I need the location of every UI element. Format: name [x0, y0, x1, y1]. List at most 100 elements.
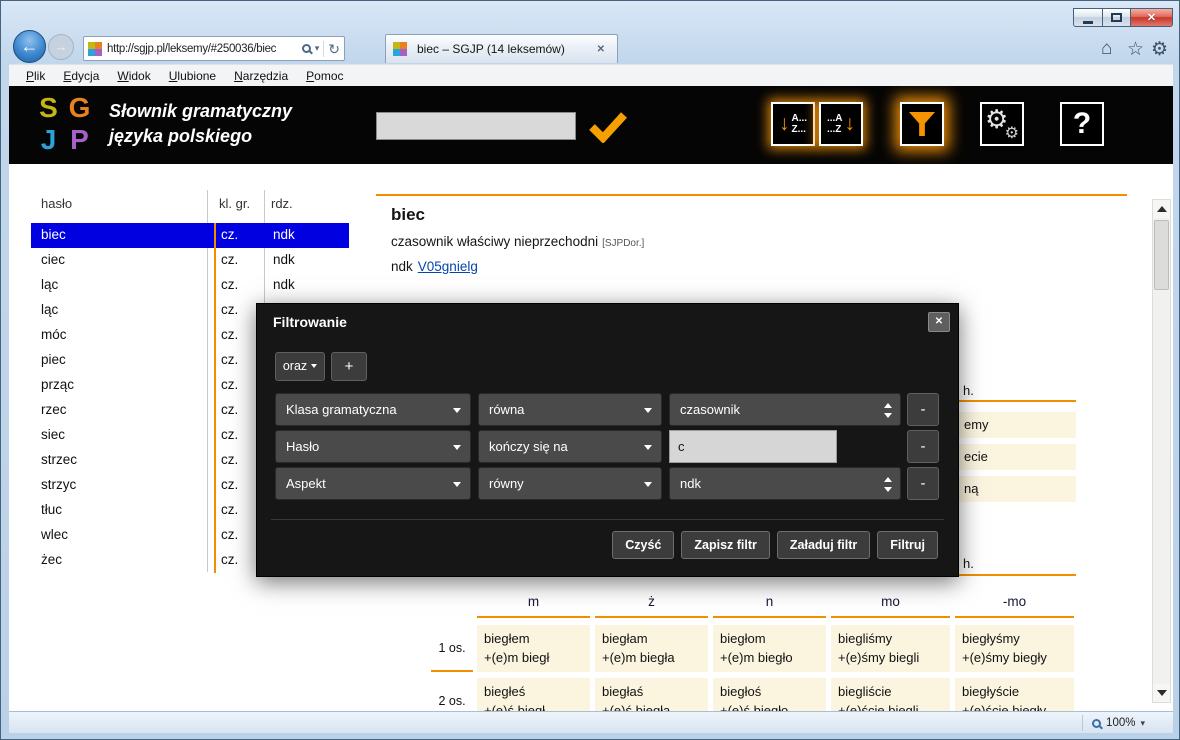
arrow-up-icon [1157, 206, 1167, 212]
tools-gear-icon[interactable]: ⚙ [1151, 38, 1168, 61]
chevron-down-icon [644, 482, 652, 487]
sort-za-label: ...A ...Z [827, 113, 843, 135]
search-submit-check-icon[interactable] [588, 111, 628, 143]
lexeme-row-biec[interactable]: bieccz.ndk [31, 223, 349, 248]
save-filter-button[interactable]: Zapisz filtr [681, 531, 770, 559]
sort-za-bottom: ...Z [827, 124, 843, 135]
scrollbar-thumb[interactable] [1154, 220, 1169, 290]
home-icon[interactable]: ⌂ [1101, 38, 1112, 60]
sort-za-top: ...A [827, 113, 843, 124]
close-window-button[interactable]: ✕ [1131, 8, 1173, 27]
aspect-label: ndk [391, 259, 413, 274]
sgjp-logo[interactable]: S G J P [33, 92, 95, 156]
sort-down-arrow-icon: ↓ [779, 114, 790, 134]
relation-dropdown[interactable]: równa [478, 393, 662, 426]
menu-pomoc[interactable]: Pomoc [297, 69, 352, 83]
column-header-n: n [713, 589, 826, 618]
table-cell-fragment: ną [959, 476, 1076, 502]
refresh-icon[interactable]: ↻ [328, 42, 340, 56]
favorites-star-icon[interactable]: ☆ [1127, 38, 1144, 61]
sort-za-button[interactable]: ...A ...Z ↓ [819, 102, 863, 146]
menu-narzedzia[interactable]: Narzędzia [225, 69, 297, 83]
forward-button[interactable]: → [48, 34, 74, 60]
value-select[interactable]: czasownik [669, 393, 901, 426]
status-bar: 100% ▾ [9, 711, 1173, 733]
verb-form-agglutinate: +(e)ście biegli [838, 701, 943, 711]
maximize-button[interactable] [1103, 8, 1131, 27]
table-cell: biegliście+(e)ście biegli [831, 678, 950, 711]
clear-filter-button[interactable]: Czyść [612, 531, 674, 559]
inflection-pattern-link[interactable]: V05gnielg [418, 259, 478, 274]
tab-close-icon[interactable]: ✕ [592, 42, 610, 57]
filter-condition-row: Hasło kończy się na - [257, 430, 958, 463]
relation-dropdown[interactable]: równy [478, 467, 662, 500]
menu-edycja[interactable]: Edycja [54, 69, 108, 83]
lexeme-class: cz. [221, 402, 238, 417]
field-dropdown[interactable]: Klasa gramatyczna [275, 393, 471, 426]
verb-form: biegłeś [484, 682, 583, 701]
lexeme-row-lac-1[interactable]: ląccz.ndk [31, 273, 349, 298]
menu-ulubione[interactable]: Ulubione [160, 69, 225, 83]
lexeme-class: cz. [221, 477, 238, 492]
filter-funnel-icon [909, 112, 935, 136]
dropdown-value: Klasa gramatyczna [286, 402, 397, 417]
dropdown-value: kończy się na [489, 439, 568, 454]
column-header-rdz: rdz. [271, 196, 293, 211]
back-button[interactable]: ← [13, 30, 46, 63]
relation-dropdown[interactable]: kończy się na [478, 430, 662, 463]
filter-dialog: Filtrowanie ✕ oraz + Klasa gramatyczna r… [256, 303, 959, 577]
operator-toggle-button[interactable]: oraz [275, 352, 325, 381]
remove-condition-button[interactable]: - [907, 467, 939, 500]
search-icon[interactable] [302, 44, 311, 53]
value-select[interactable]: ndk [669, 467, 901, 500]
verb-form-agglutinate: +(e)m biegło [720, 648, 819, 667]
verb-form: biegłyśmy [962, 629, 1067, 648]
vertical-scrollbar[interactable] [1152, 199, 1171, 703]
table-cell: biegłyśmy+(e)śmy biegły [955, 625, 1074, 672]
lexeme-headword: strzyc [41, 477, 76, 492]
field-dropdown[interactable]: Aspekt [275, 467, 471, 500]
help-button[interactable]: ? [1060, 102, 1104, 146]
dialog-close-button[interactable]: ✕ [928, 312, 950, 332]
dropdown-value: Aspekt [286, 476, 326, 491]
load-filter-button[interactable]: Załaduj filtr [777, 531, 870, 559]
settings-button[interactable]: ⚙ ⚙ [980, 102, 1024, 146]
lexeme-class: cz. [221, 227, 238, 242]
browser-tab[interactable]: biec – SGJP (14 leksemów) ✕ [385, 34, 618, 63]
chevron-down-icon [453, 408, 461, 413]
menu-plik[interactable]: Plik [17, 69, 54, 83]
lexeme-headword: rzec [41, 402, 67, 417]
remove-condition-button[interactable]: - [907, 393, 939, 426]
divider [323, 41, 324, 57]
dialog-actions: Czyść Zapisz filtr Załaduj filtr Filtruj [612, 531, 938, 559]
verb-form-agglutinate: +(e)m biegł [484, 648, 583, 667]
app-title: Słownik gramatyczny języka polskiego [109, 99, 292, 149]
remove-condition-button[interactable]: - [907, 430, 939, 463]
value-input[interactable] [669, 430, 837, 463]
verb-form: biegłom [720, 629, 819, 648]
menu-widok[interactable]: Widok [108, 69, 159, 83]
column-header-kl-gr: kl. gr. [219, 196, 250, 211]
dropdown-value: ndk [680, 476, 701, 491]
search-input[interactable] [376, 112, 576, 140]
sort-az-button[interactable]: ↓ A... Z... [771, 102, 815, 146]
filter-button[interactable] [900, 102, 944, 146]
address-bar[interactable]: http://sgjp.pl/leksemy/#250036/biec ▾ ↻ [83, 36, 345, 61]
minimize-button[interactable] [1073, 8, 1103, 27]
scroll-up-button[interactable] [1153, 200, 1170, 218]
up-down-arrows-icon [884, 403, 892, 418]
chevron-down-icon[interactable]: ▾ [315, 44, 320, 53]
verb-form-agglutinate: +(e)śmy biegły [962, 648, 1067, 667]
scroll-down-button[interactable] [1153, 684, 1170, 702]
verb-form-agglutinate: +(e)ś biegło [720, 701, 819, 711]
zoom-magnifier-icon [1092, 719, 1101, 728]
lexeme-headword: móc [41, 327, 67, 342]
lexeme-row-ciec[interactable]: cieccz.ndk [31, 248, 349, 273]
field-dropdown[interactable]: Hasło [275, 430, 471, 463]
table-cell: biegłoś+(e)ś biegło [713, 678, 826, 711]
apply-filter-button[interactable]: Filtruj [877, 531, 938, 559]
lexeme-headword: prząc [41, 377, 74, 392]
browser-window: ✕ ← → http://sgjp.pl/leksemy/#250036/bie… [0, 0, 1180, 740]
zoom-control[interactable]: 100% ▾ [1082, 712, 1145, 734]
add-condition-button[interactable]: + [331, 352, 367, 381]
